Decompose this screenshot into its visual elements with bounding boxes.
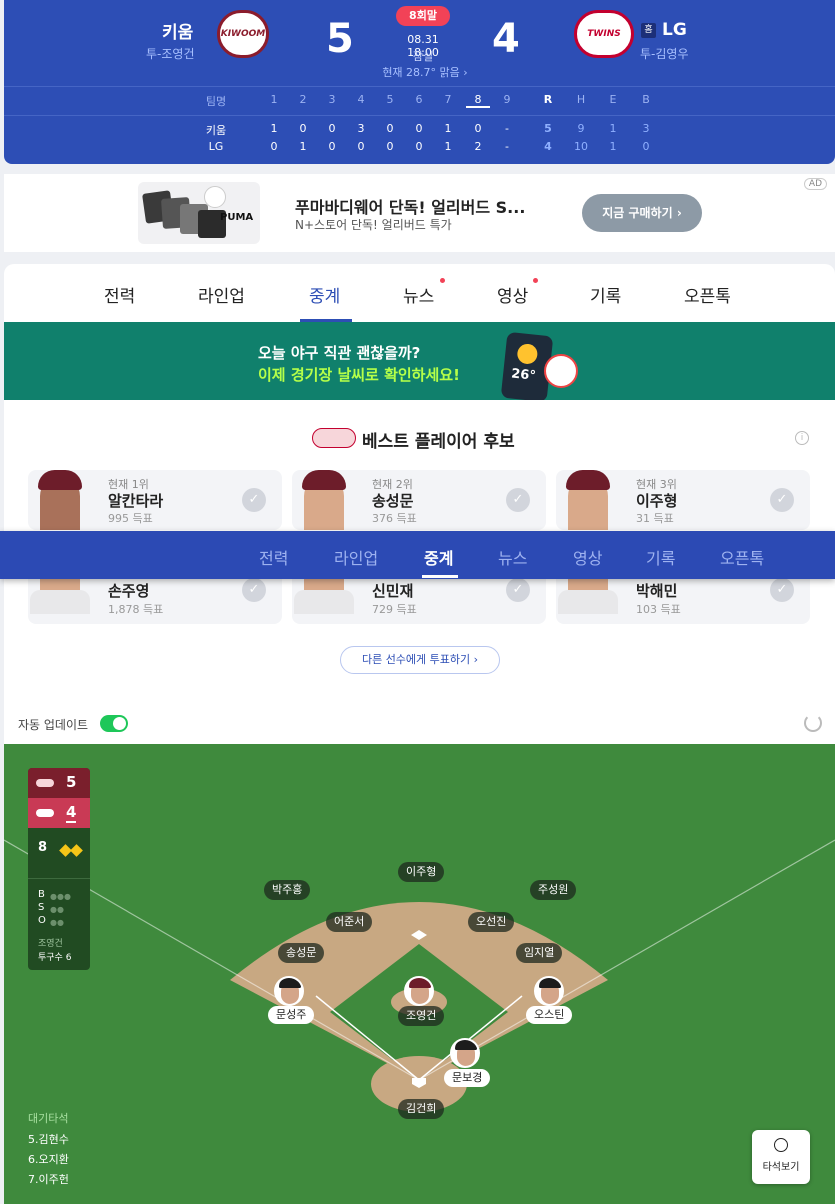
vote-check-icon[interactable]: ✓ (506, 488, 530, 512)
pitch-view-button[interactable]: 타석보기 (752, 1130, 810, 1184)
fielder-rf[interactable]: 주성원 (530, 880, 577, 900)
auto-update-bar: 자동 업데이트 (4, 704, 835, 744)
away-team-name: 키움 (162, 23, 194, 43)
vote-check-icon[interactable]: ✓ (770, 488, 794, 512)
baseball-icon (774, 1138, 788, 1152)
fielder-lf[interactable]: 박주홍 (264, 880, 311, 900)
tab-news[interactable]: 뉴스 (403, 282, 434, 307)
home-badge: 홈 (641, 23, 656, 38)
status-home-score: 4 (66, 803, 77, 823)
lg-twins-logo[interactable]: TWINS (574, 10, 634, 58)
weather-link[interactable]: 현재 28.7° 맑음 › (370, 64, 480, 80)
bso-labels: BSO (38, 889, 46, 926)
current-pitcher: 조영건 (38, 939, 63, 949)
player-card[interactable]: 현재 3위 이주형 31 득표 ✓ (556, 470, 810, 530)
weather-promo-banner[interactable]: 오늘 야구 직관 괜찮을까? 이제 경기장 날씨로 확인하세요! 26° (4, 322, 835, 403)
vote-check-icon[interactable]: ✓ (506, 578, 530, 602)
vote-other-button[interactable]: 다른 선수에게 투표하기 › (340, 646, 500, 674)
fielder-3b[interactable]: 송성문 (278, 943, 325, 963)
status-inning: 8 (38, 840, 48, 855)
tab-video[interactable]: 영상 (497, 282, 528, 307)
sticky-tab-record[interactable]: 기록 (646, 545, 675, 569)
vote-check-icon[interactable]: ✓ (770, 578, 794, 602)
pitch-count: 투구수 6 (38, 953, 72, 963)
refresh-icon[interactable] (804, 714, 822, 732)
away-score: 5 (326, 16, 354, 62)
auto-update-toggle[interactable] (100, 715, 128, 732)
fielder-cf[interactable]: 이주형 (398, 862, 445, 882)
news-new-dot (440, 278, 445, 283)
stadium: 잠실 (412, 50, 434, 63)
matchup-logo (312, 428, 356, 448)
waiting-title: 대기타석 (28, 1112, 69, 1125)
tab-record[interactable]: 기록 (590, 282, 621, 307)
ad-subtitle: N+스토어 단독! 얼리버드 특가 (295, 218, 452, 232)
away-pitcher: 투-조영건 (146, 47, 195, 61)
player-card[interactable]: 현재 2위 송성문 376 득표 ✓ (292, 470, 546, 530)
boxscore-header: 팀명 1 2 3 4 5 6 7 8 9 R H E B (205, 93, 650, 108)
baseball-field: 5 4 8 BSO ●●● ●● ●● 조영건 투구수 6 이주형 박주홍 주성원 … (4, 744, 835, 1204)
banner-line1: 오늘 야구 직관 괜찮을까? (258, 344, 421, 362)
sticky-tab-lineup[interactable]: 라인업 (334, 545, 378, 569)
sticky-tab-live[interactable]: 중계 (424, 545, 453, 569)
baseball-icon (544, 354, 578, 388)
kiwoom-logo[interactable]: KIWOOM (217, 10, 269, 58)
scoreboard: 키움 투-조영건 KIWOOM 5 8회말 08.31 18:00 잠실 현재 … (4, 0, 835, 164)
waiting-batter: 6.오지환 (28, 1153, 69, 1166)
sticky-tab-video[interactable]: 영상 (573, 545, 602, 569)
home-pitcher: 투-김영우 (640, 47, 689, 61)
buy-now-button[interactable]: 지금 구매하기 › (582, 194, 702, 232)
sticky-tab-power[interactable]: 전력 (259, 545, 288, 569)
main-tabs: 전력 라인업 중계 뉴스 영상 기록 오픈톡 (4, 264, 835, 322)
waiting-batter: 5.김현수 (28, 1133, 69, 1146)
pitcher-avatar[interactable] (404, 976, 434, 1006)
auto-update-label: 자동 업데이트 (18, 718, 89, 732)
sticky-tabs: 전력 라인업 중계 뉴스 영상 기록 오픈톡 (0, 531, 835, 579)
video-new-dot (533, 278, 538, 283)
player-card[interactable]: 현재 1위 알칸타라 995 득표 ✓ (28, 470, 282, 530)
banner-line2: 이제 경기장 날씨로 확인하세요! (258, 366, 460, 384)
field-diagram (4, 839, 835, 1112)
home-team-icon (36, 809, 54, 817)
tab-live[interactable]: 중계 (309, 282, 340, 307)
tab-opentalk[interactable]: 오픈톡 (684, 282, 731, 307)
vote-check-icon[interactable]: ✓ (242, 488, 266, 512)
ad-product-image: PUMA (138, 182, 260, 244)
fielder-ss[interactable]: 어준서 (326, 912, 373, 932)
fielder-1b[interactable]: 임지열 (516, 943, 563, 963)
ad-badge: AD (803, 178, 827, 190)
status-away-score: 5 (66, 773, 77, 791)
away-team-icon (36, 779, 54, 787)
batter-avatar[interactable] (450, 1038, 480, 1068)
pitcher-label[interactable]: 조영건 (398, 1006, 445, 1026)
info-icon[interactable]: i (795, 431, 809, 445)
fielder-2b[interactable]: 오선진 (468, 912, 515, 932)
runner-first-avatar[interactable] (534, 976, 564, 1006)
boxscore-row-kiwoom: 키움 1 0 0 3 0 0 1 0 - 5 9 1 3 (205, 122, 650, 137)
waiting-batter: 7.이주헌 (28, 1173, 69, 1186)
batter-label[interactable]: 문보경 (444, 1069, 491, 1087)
base-1-icon (70, 844, 83, 857)
sticky-tab-news[interactable]: 뉴스 (498, 545, 527, 569)
boxscore-row-lg: LG 0 1 0 0 0 0 1 2 - 4 10 1 0 (208, 140, 650, 153)
vote-check-icon[interactable]: ✓ (242, 578, 266, 602)
sticky-tab-opentalk[interactable]: 오픈톡 (720, 545, 764, 569)
fielder-c[interactable]: 김건희 (398, 1099, 445, 1119)
tab-lineup[interactable]: 라인업 (198, 282, 245, 307)
ad-banner[interactable]: AD PUMA 푸마바디웨어 단독! 얼리버드 S... N+스토어 단독! 얼… (4, 174, 835, 252)
game-status-box: 5 4 8 BSO ●●● ●● ●● 조영건 투구수 6 (28, 768, 90, 970)
tab-power[interactable]: 전력 (104, 282, 135, 307)
sticky-active-indicator (422, 575, 458, 578)
inning-badge: 8회말 (396, 6, 450, 26)
home-score: 4 (492, 16, 520, 62)
mvp-title: 베스트 플레이어 후보 (362, 432, 515, 452)
home-team-name: LG (662, 20, 687, 40)
bso-dots: ●●● ●● ●● (50, 892, 71, 927)
ad-title: 푸마바디웨어 단독! 얼리버드 S... (295, 198, 526, 217)
runner-third-label[interactable]: 문성주 (268, 1006, 315, 1024)
runner-first-label[interactable]: 오스틴 (526, 1006, 573, 1024)
runner-third-avatar[interactable] (274, 976, 304, 1006)
